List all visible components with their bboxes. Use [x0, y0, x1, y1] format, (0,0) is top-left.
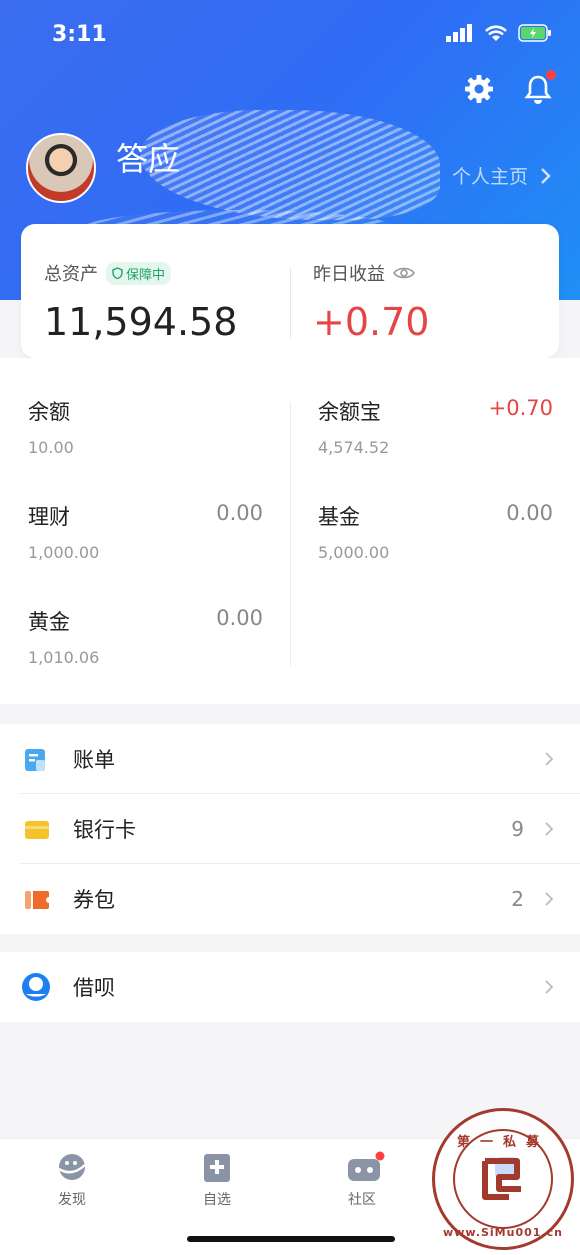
menu-group-main: 账单 银行卡 9 券包 2 [0, 724, 580, 934]
status-bar: 3:11 [0, 20, 580, 50]
protection-badge: 保障中 [106, 261, 172, 285]
profile-home-link[interactable]: 个人主页 [452, 162, 552, 189]
wealth-divider [290, 402, 291, 666]
profile-home-label: 个人主页 [451, 166, 528, 188]
asset-summary-card[interactable]: 总资产 保障中 11,594.58 昨日收益 +0.70 [21, 224, 559, 358]
menu-item-jiebei[interactable]: 借呗 [0, 952, 580, 1022]
shield-icon [112, 267, 123, 279]
chevron-right-icon [545, 980, 554, 994]
chevron-right-icon [545, 752, 554, 766]
bank-card-icon [25, 821, 49, 839]
tab-label: 自选 [203, 1192, 231, 1208]
watermark-inner-ring [453, 1129, 553, 1229]
total-assets: 总资产 保障中 11,594.58 [44, 260, 237, 344]
wealth-sub: 1,000.00 [28, 543, 100, 562]
wealth-sub: 1,010.06 [28, 648, 100, 667]
wealth-sub: 10.00 [28, 438, 74, 457]
chat-bubble-icon [345, 1151, 385, 1185]
avatar[interactable] [26, 133, 96, 203]
menu-label: 券包 [73, 888, 115, 912]
wealth-item-yuebao[interactable]: 余额宝 +0.70 4,574.52 [318, 396, 553, 457]
total-assets-value: 11,594.58 [44, 300, 238, 344]
protection-badge-label: 保障中 [126, 267, 166, 283]
wealth-item-licai[interactable]: 理财 0.00 1,000.00 [28, 501, 263, 562]
coupon-icon [25, 891, 49, 909]
wealth-amount: +0.70 [488, 396, 553, 420]
wealth-amount: 0.00 [216, 501, 263, 525]
menu-group-credit: 借呗 [0, 952, 580, 1022]
menu-item-coupons[interactable]: 券包 2 [0, 864, 580, 934]
add-square-icon [200, 1151, 234, 1185]
menu-count: 2 [511, 887, 524, 911]
notification-dot [546, 70, 556, 80]
total-assets-label: 总资产 [44, 264, 98, 285]
battery-icon [518, 24, 551, 42]
bill-icon [25, 749, 45, 771]
wealth-amount: 0.00 [216, 606, 263, 630]
jiebei-icon [22, 973, 50, 1001]
eye-icon[interactable] [393, 266, 415, 280]
menu-label: 借呗 [73, 976, 115, 1000]
header-actions [464, 70, 556, 108]
menu-item-bank-card[interactable]: 银行卡 9 [0, 794, 580, 864]
menu-label: 账单 [73, 748, 115, 772]
settings-gear-icon[interactable] [464, 74, 494, 104]
wealth-item-balance[interactable]: 余额 10.00 [28, 396, 263, 457]
tab-community[interactable]: 社区 [317, 1151, 407, 1209]
planet-icon [55, 1151, 89, 1185]
card-divider [290, 268, 291, 338]
watermark-seal: 第一私募 www.SiMu001.cn [432, 1108, 574, 1250]
watermark-bottom-text: www.SiMu001.cn [443, 1226, 563, 1239]
home-indicator [187, 1236, 395, 1242]
system-icons [446, 24, 552, 42]
tab-discover[interactable]: 发现 [27, 1151, 117, 1209]
watermark-logo-icon [482, 1158, 521, 1200]
tab-label: 社区 [348, 1192, 376, 1208]
yesterday-earnings-label: 昨日收益 [313, 264, 385, 285]
signal-icon [446, 24, 472, 42]
tab-label: 发现 [58, 1192, 86, 1208]
wealth-item-gold[interactable]: 黄金 0.00 1,010.06 [28, 606, 263, 667]
wealth-amount: 0.00 [506, 501, 553, 525]
status-time: 3:11 [52, 22, 107, 47]
menu-item-bill[interactable]: 账单 [0, 724, 580, 794]
wealth-name: 余额 [28, 400, 70, 424]
chevron-right-icon [545, 892, 554, 906]
wifi-icon [485, 25, 507, 41]
yesterday-earnings-value: +0.70 [313, 300, 430, 344]
tab-watchlist[interactable]: 自选 [172, 1151, 262, 1209]
notification-button[interactable] [524, 70, 556, 108]
chevron-right-icon [541, 167, 551, 184]
yesterday-earnings: 昨日收益 +0.70 [313, 260, 429, 344]
chevron-right-icon [545, 822, 554, 836]
menu-count: 9 [511, 817, 524, 841]
wealth-grid: 余额 10.00 余额宝 +0.70 4,574.52 理财 0.00 1,00… [0, 358, 580, 704]
wealth-sub: 4,574.52 [318, 438, 390, 457]
wealth-item-fund[interactable]: 基金 0.00 5,000.00 [318, 501, 553, 562]
menu-label: 银行卡 [73, 818, 136, 842]
wealth-sub: 5,000.00 [318, 543, 390, 562]
